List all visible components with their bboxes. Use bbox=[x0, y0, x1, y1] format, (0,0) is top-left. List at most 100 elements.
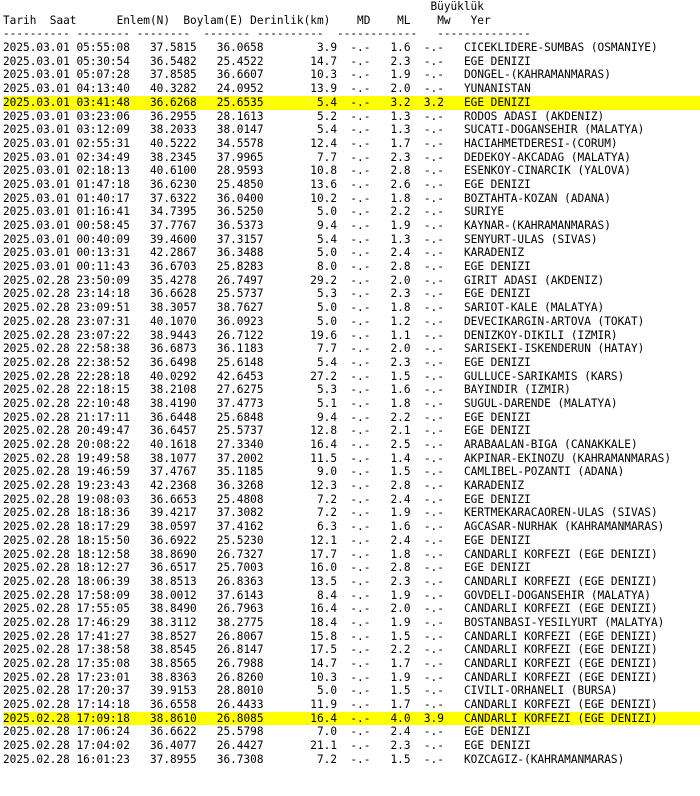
cell-depth: 27.2 bbox=[270, 369, 338, 383]
cell-lon: 36.1183 bbox=[203, 342, 264, 356]
earthquake-row: 2025.03.01 01:16:41 34.7395 36.5250 5.0 … bbox=[3, 205, 700, 219]
cell-ml: 1.9 bbox=[390, 588, 411, 602]
cell-date: 2025.02.28 bbox=[3, 410, 70, 424]
cell-time: 17:41:27 bbox=[76, 629, 130, 643]
cell-md: -.- bbox=[350, 492, 371, 506]
earthquake-row: 2025.03.01 03:12:09 38.2033 38.0147 5.4 … bbox=[3, 123, 700, 137]
earthquake-row: 2025.02.28 18:18:36 39.4217 37.3082 7.2 … bbox=[3, 506, 700, 520]
cell-date: 2025.02.28 bbox=[3, 684, 70, 698]
cell-location: EGE DENIZI bbox=[463, 725, 531, 739]
cell-depth: 17.5 bbox=[270, 643, 338, 657]
cell-md: -.- bbox=[350, 396, 371, 410]
cell-lat: 40.1618 bbox=[143, 438, 197, 451]
cell-lat: 36.6268 bbox=[143, 95, 197, 109]
cell-mw: -.- bbox=[423, 410, 444, 424]
cell-depth: 12.1 bbox=[270, 533, 338, 547]
cell-ml: 2.4 bbox=[390, 533, 411, 547]
cell-md: -.- bbox=[350, 739, 371, 753]
cell-date: 2025.03.01 bbox=[3, 177, 70, 191]
cell-mw: -.- bbox=[423, 479, 444, 493]
magnitude-group-label: Büyüklük bbox=[430, 0, 484, 13]
cell-lon: 25.5737 bbox=[203, 424, 264, 438]
earthquake-row: 2025.02.28 19:08:03 36.6653 25.4808 7.2 … bbox=[3, 493, 700, 507]
cell-lon: 26.7988 bbox=[203, 657, 264, 670]
cell-depth: 5.3 bbox=[270, 287, 338, 301]
cell-location: ESENKOY-CINARCIK (YALOVA) bbox=[463, 164, 631, 178]
earthquake-row: 2025.03.01 01:40:17 37.6322 36.0400 10.2… bbox=[3, 192, 700, 206]
cell-mw: -.- bbox=[423, 246, 444, 260]
cell-lon: 26.7327 bbox=[203, 547, 264, 561]
cell-ml: 2.0 bbox=[390, 82, 411, 96]
cell-lat: 36.6498 bbox=[143, 355, 197, 369]
cell-ml: 1.3 bbox=[390, 123, 411, 137]
cell-md: -.- bbox=[350, 643, 371, 657]
cell-mw: -.- bbox=[423, 205, 444, 219]
earthquake-row: 2025.02.28 18:15:50 36.6922 25.5230 12.1… bbox=[3, 534, 700, 548]
cell-location: BAYINDIR (IZMIR) bbox=[463, 383, 571, 397]
cell-location: EGE DENIZI bbox=[463, 287, 531, 301]
cell-lon: 25.4522 bbox=[203, 54, 264, 68]
cell-date: 2025.02.28 bbox=[3, 492, 70, 506]
cell-ml: 1.6 bbox=[390, 41, 411, 55]
cell-md: -.- bbox=[350, 246, 371, 260]
cell-md: -.- bbox=[350, 54, 371, 68]
cell-depth: 7.2 bbox=[270, 492, 338, 506]
cell-depth: 8.0 bbox=[270, 260, 338, 274]
cell-date: 2025.02.28 bbox=[3, 711, 70, 725]
earthquake-row: 2025.03.01 00:40:09 39.4600 37.3157 5.4 … bbox=[3, 233, 700, 247]
cell-date: 2025.02.28 bbox=[3, 588, 70, 602]
earthquake-row: 2025.02.28 23:50:09 35.4278 26.7497 29.2… bbox=[3, 274, 700, 288]
cell-lat: 39.9153 bbox=[143, 684, 197, 698]
cell-lat: 37.8955 bbox=[143, 752, 197, 766]
cell-ml: 1.7 bbox=[390, 136, 411, 150]
cell-depth: 12.4 bbox=[270, 136, 338, 150]
cell-ml: 2.3 bbox=[390, 739, 411, 753]
cell-location: DEVECIKARGIN-ARTOVA (TOKAT) bbox=[463, 314, 645, 328]
cell-date: 2025.02.28 bbox=[3, 670, 70, 684]
cell-ml: 1.8 bbox=[390, 547, 411, 561]
earthquake-row: 2025.02.28 17:20:37 39.9153 28.8010 5.0 … bbox=[3, 684, 700, 698]
earthquake-row: 2025.03.01 02:55:31 40.5222 34.5578 12.4… bbox=[3, 137, 700, 151]
cell-lat: 36.6558 bbox=[143, 698, 197, 712]
cell-location: EGE DENIZI bbox=[463, 492, 531, 506]
cell-md: -.- bbox=[350, 369, 371, 383]
cell-ml: 2.8 bbox=[390, 164, 411, 178]
cell-date: 2025.03.01 bbox=[3, 246, 70, 260]
cell-location: CANDARLI KORFEZI (EGE DENIZI) bbox=[463, 657, 658, 670]
cell-date: 2025.02.28 bbox=[3, 602, 70, 616]
cell-md: -.- bbox=[350, 725, 371, 739]
cell-lon: 37.2002 bbox=[203, 451, 264, 465]
cell-md: -.- bbox=[350, 657, 371, 670]
cell-location: SARISEKI-ISKENDERUN (HATAY) bbox=[463, 342, 645, 356]
cell-md: -.- bbox=[350, 41, 371, 55]
cell-ml: 1.9 bbox=[390, 68, 411, 82]
cell-lon: 36.3268 bbox=[203, 479, 264, 493]
cell-md: -.- bbox=[350, 260, 371, 274]
cell-mw: -.- bbox=[423, 670, 444, 684]
cell-time: 18:15:50 bbox=[76, 533, 130, 547]
cell-date: 2025.03.01 bbox=[3, 123, 70, 137]
cell-mw: -.- bbox=[423, 424, 444, 438]
cell-time: 17:20:37 bbox=[76, 684, 130, 698]
sep-location: -------------- bbox=[437, 27, 531, 41]
cell-md: -.- bbox=[350, 383, 371, 397]
cell-md: -.- bbox=[350, 232, 371, 246]
cell-mw: -.- bbox=[423, 219, 444, 232]
earthquake-row: 2025.02.28 19:46:59 37.4767 35.1185 9.0 … bbox=[3, 465, 700, 479]
cell-lat: 37.6322 bbox=[143, 191, 197, 205]
earthquake-row: 2025.03.01 02:18:13 40.6100 28.9593 10.8… bbox=[3, 164, 700, 178]
cell-location: CANDARLI KORFEZI (EGE DENIZI) bbox=[463, 711, 658, 725]
cell-mw: -.- bbox=[423, 68, 444, 82]
earthquake-row: 2025.02.28 17:38:58 38.8545 26.8147 17.5… bbox=[3, 643, 700, 657]
cell-time: 23:14:18 bbox=[76, 287, 130, 301]
cell-depth: 7.2 bbox=[270, 506, 338, 520]
cell-lon: 36.7308 bbox=[203, 752, 264, 766]
cell-depth: 5.0 bbox=[270, 246, 338, 260]
cell-mw: -.- bbox=[423, 355, 444, 369]
earthquake-list: Büyüklük Tarih Saat Enlem(N) Boylam(E) D… bbox=[3, 0, 700, 767]
cell-date: 2025.03.01 bbox=[3, 150, 70, 164]
cell-time: 17:06:24 bbox=[76, 725, 130, 739]
cell-date: 2025.03.01 bbox=[3, 109, 70, 123]
earthquake-row: 2025.02.28 22:18:15 38.2108 27.6275 5.3 … bbox=[3, 383, 700, 397]
cell-date: 2025.03.01 bbox=[3, 54, 70, 68]
